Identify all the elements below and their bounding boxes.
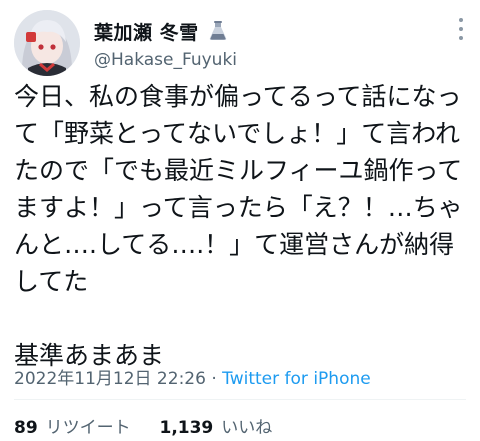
likes-label: いいね bbox=[221, 418, 273, 438]
tweet-text: 今日、私の食事が偏ってるって話になって「野菜とってないでしょ！」て言われたので「… bbox=[14, 82, 463, 370]
retweets-stat[interactable]: 89 リツイート bbox=[14, 418, 131, 438]
user-handle[interactable]: @Hakase_Fuyuki bbox=[94, 50, 237, 70]
name-row: 葉加瀬 冬雪 bbox=[94, 18, 229, 44]
flask-icon bbox=[207, 20, 229, 42]
more-options-icon[interactable] bbox=[456, 12, 466, 46]
tweet-source-link[interactable]: Twitter for iPhone bbox=[222, 369, 371, 389]
tweet-meta: 2022年11月12日 22:26 · Twitter for iPhone bbox=[14, 364, 371, 389]
avatar-image bbox=[14, 10, 80, 76]
tweet-timestamp[interactable]: 2022年11月12日 22:26 bbox=[14, 369, 206, 389]
retweets-count: 89 bbox=[14, 418, 38, 438]
tweet-stats: 89 リツイート 1,139 いいね bbox=[14, 413, 272, 438]
display-name[interactable]: 葉加瀬 冬雪 bbox=[94, 18, 199, 45]
likes-stat[interactable]: 1,139 いいね bbox=[159, 418, 272, 438]
meta-separator: · bbox=[211, 369, 217, 389]
retweets-label: リツイート bbox=[45, 418, 131, 438]
likes-count: 1,139 bbox=[159, 418, 214, 438]
divider bbox=[14, 399, 466, 400]
tweet-header: 葉加瀬 冬雪 @Hakase_Fuyuki bbox=[14, 6, 466, 76]
avatar[interactable] bbox=[14, 10, 80, 76]
